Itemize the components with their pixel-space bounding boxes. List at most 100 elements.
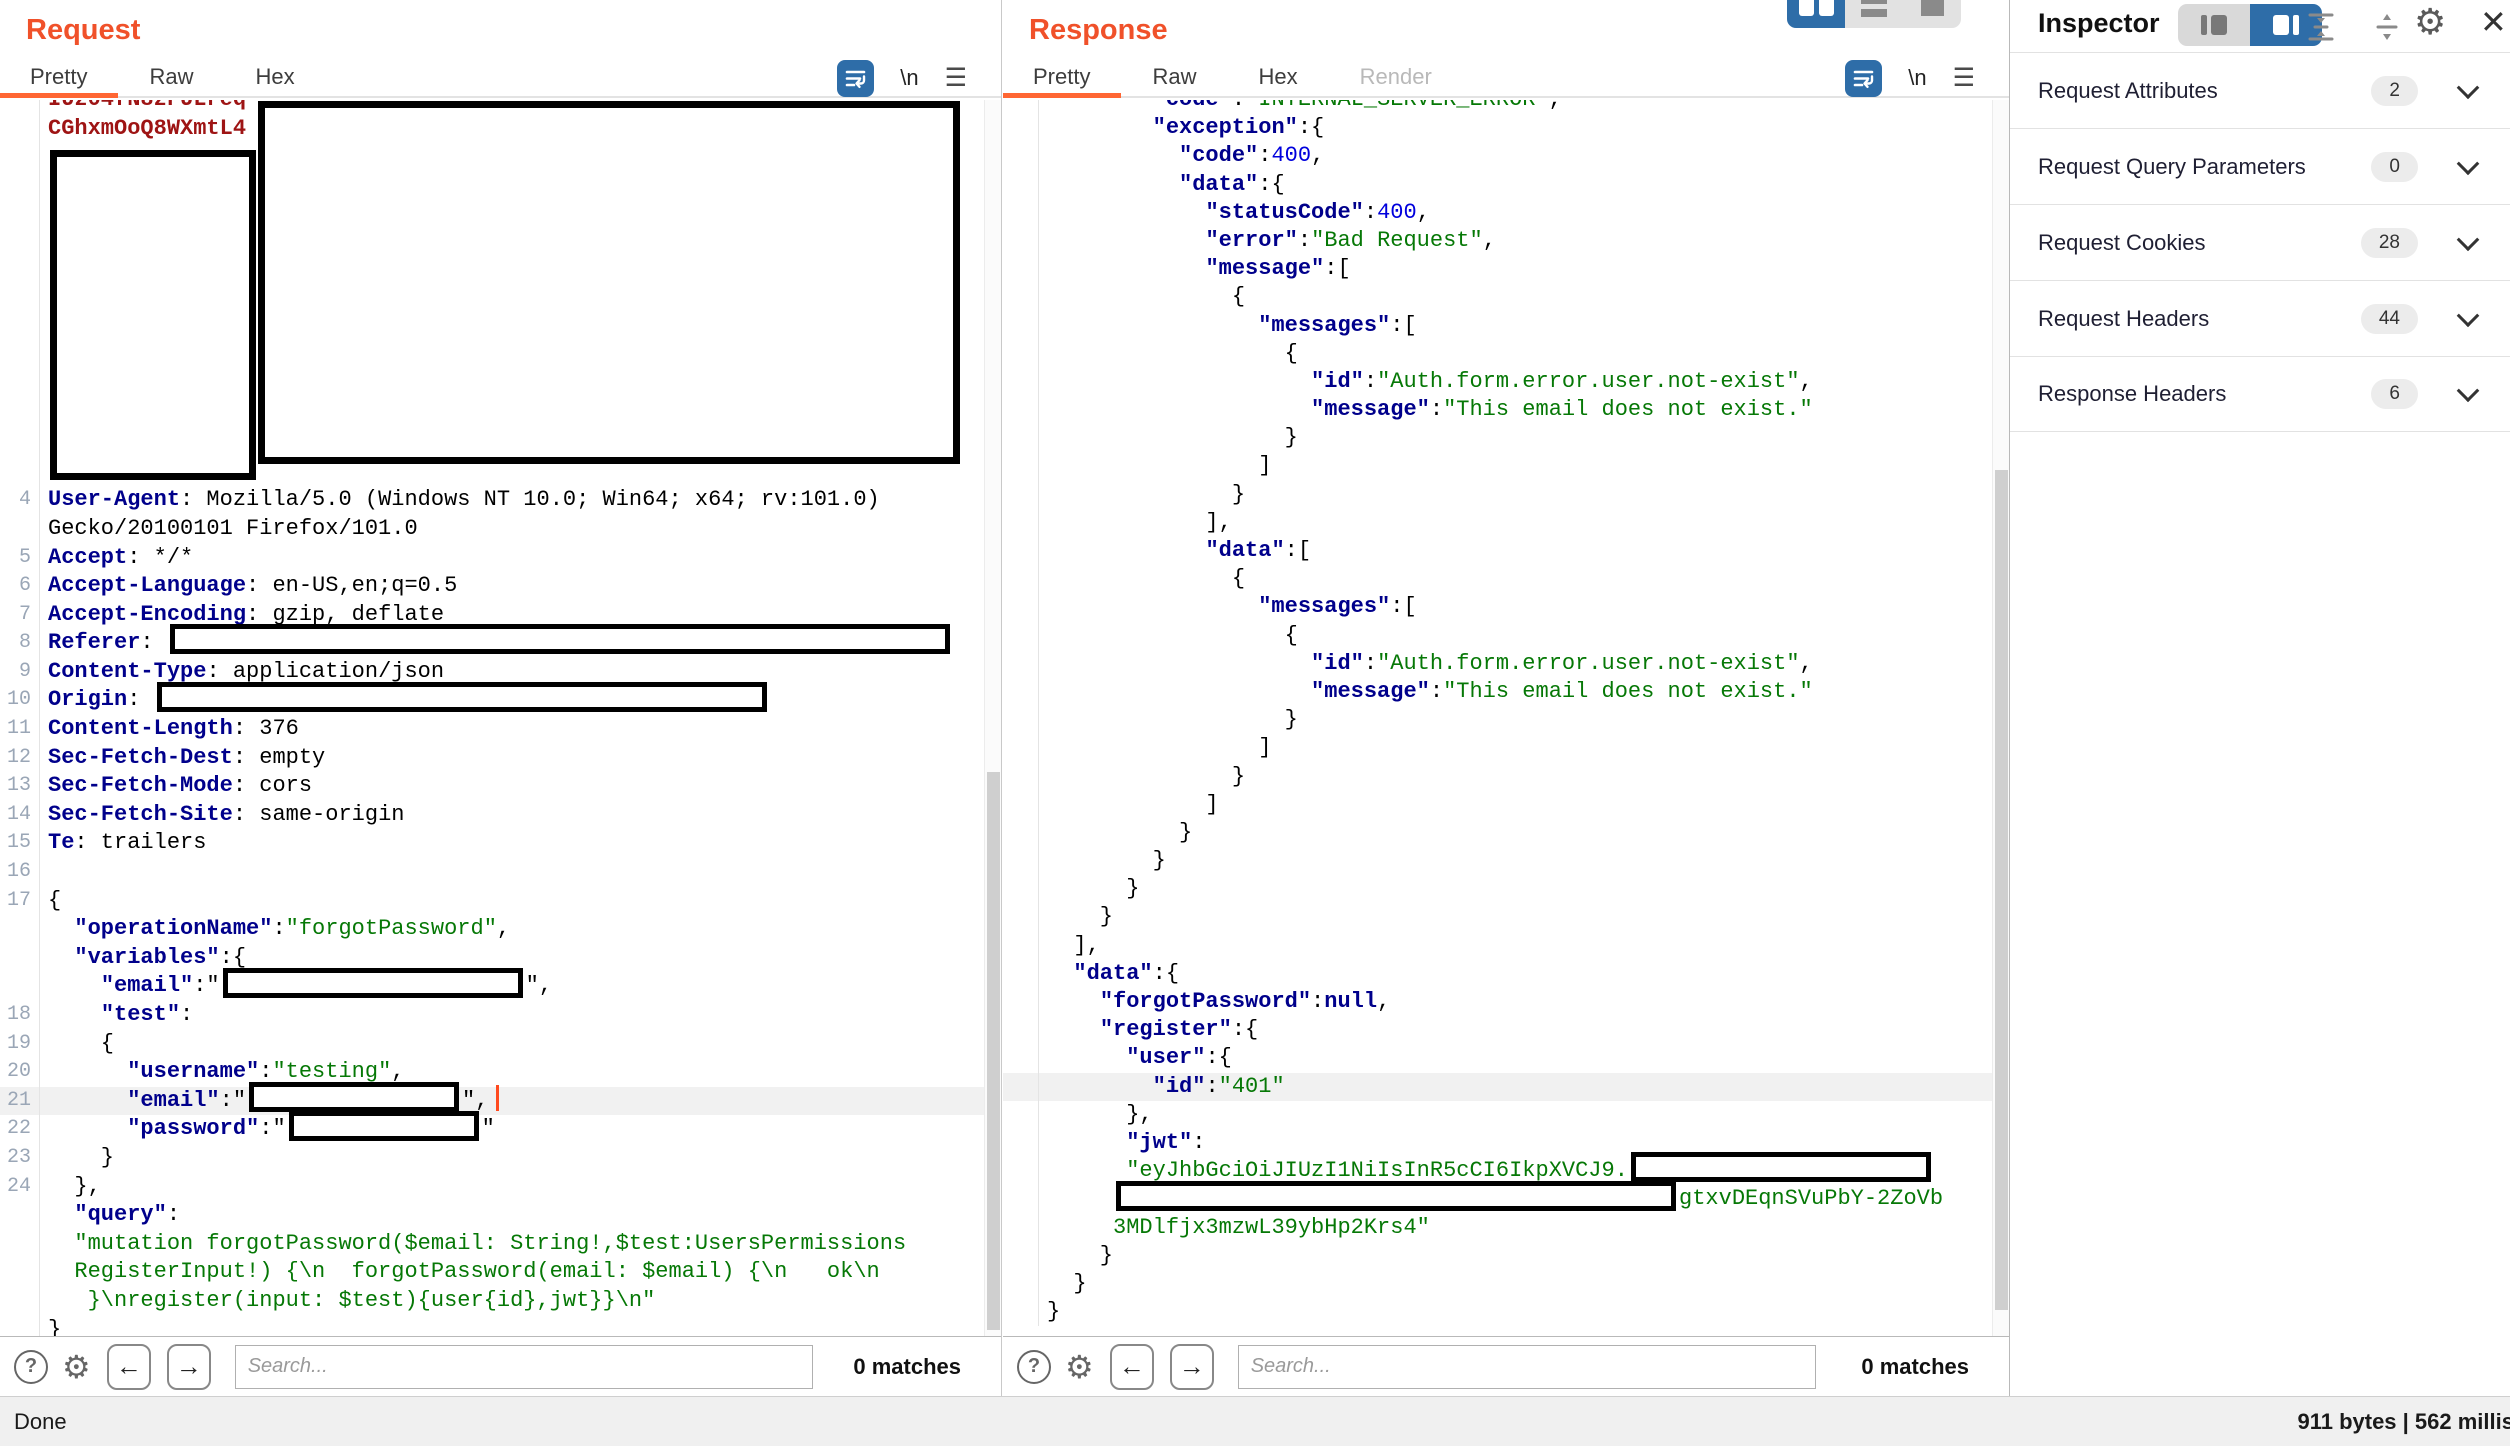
request-menu-icon[interactable]: ☰ (945, 63, 967, 93)
code-line[interactable]: { (1003, 340, 2009, 368)
search-prev-button[interactable]: ← (1110, 1344, 1154, 1390)
code-line[interactable]: 13Sec-Fetch-Mode: cors (0, 772, 1001, 801)
request-search-input[interactable] (235, 1345, 813, 1389)
code-line[interactable]: ], (1003, 509, 2009, 537)
code-line[interactable]: ] (1003, 734, 2009, 762)
search-settings-gear-icon[interactable]: ⚙ (1065, 1351, 1094, 1383)
code-line[interactable]: } (1003, 903, 2009, 931)
response-viewer[interactable]: "code":"INTERNAL_SERVER_ERROR", "excepti… (1003, 100, 2009, 1336)
code-line[interactable]: 8Referer: (0, 629, 1001, 658)
code-line[interactable]: "data":{ (1003, 171, 2009, 199)
code-line[interactable]: 17{ (0, 887, 1001, 916)
code-line[interactable]: } (1003, 481, 2009, 509)
tab-raw[interactable]: Raw (1152, 64, 1196, 90)
tab-render[interactable]: Render (1360, 64, 1432, 90)
code-line[interactable]: "id":"Auth.form.error.user.not-exist", (1003, 368, 2009, 396)
code-line[interactable]: "email":"", (0, 972, 1001, 1001)
code-line[interactable]: 22 "password":"" (0, 1115, 1001, 1144)
code-line[interactable]: ], (1003, 932, 2009, 960)
code-line[interactable]: } (1003, 424, 2009, 452)
chevron-down-icon[interactable] (2457, 76, 2480, 99)
search-prev-button[interactable]: ← (107, 1344, 151, 1390)
code-line[interactable]: 18 "test": (0, 1001, 1001, 1030)
code-line[interactable]: "message":"This email does not exist." (1003, 396, 2009, 424)
code-line[interactable]: gtxvDEqnSVuPbY-2ZoVb (1003, 1185, 2009, 1213)
code-line[interactable]: "messages":[ (1003, 312, 2009, 340)
code-line[interactable]: }\nregister(input: $test){user{id},jwt}}… (0, 1287, 1001, 1316)
collapse-all-icon[interactable] (2302, 8, 2340, 51)
search-settings-gear-icon[interactable]: ⚙ (62, 1351, 91, 1383)
code-line[interactable]: } (1003, 763, 2009, 791)
word-wrap-icon[interactable] (837, 60, 874, 97)
help-icon[interactable]: ? (14, 1350, 48, 1384)
code-line[interactable]: ] (1003, 452, 2009, 480)
search-next-button[interactable]: → (167, 1344, 211, 1390)
code-line[interactable]: "query": (0, 1201, 1001, 1230)
inspector-section-request-headers[interactable]: Request Headers44 (2010, 280, 2510, 356)
response-scrollbar-thumb[interactable] (1995, 470, 2008, 1310)
inspector-section-response-headers[interactable]: Response Headers6 (2010, 356, 2510, 432)
tab-hex[interactable]: Hex (255, 64, 294, 90)
code-line[interactable]: } (1003, 706, 2009, 734)
code-line[interactable]: "register":{ (1003, 1016, 2009, 1044)
tab-pretty[interactable]: Pretty (30, 64, 87, 90)
chevron-down-icon[interactable] (2457, 304, 2480, 327)
code-line[interactable]: "code":400, (1003, 142, 2009, 170)
code-line[interactable]: "message":[ (1003, 255, 2009, 283)
code-line[interactable]: Gecko/20100101 Firefox/101.0 (0, 515, 1001, 544)
code-line[interactable]: 14Sec-Fetch-Site: same-origin (0, 801, 1001, 830)
code-line[interactable]: "error":"Bad Request", (1003, 227, 2009, 255)
tab-pretty[interactable]: Pretty (1033, 64, 1090, 90)
inspector-dock-left-button[interactable] (2178, 4, 2250, 46)
code-line[interactable]: "data":{ (1003, 960, 2009, 988)
code-line[interactable]: 16 (0, 858, 1001, 887)
response-menu-icon[interactable]: ☰ (1953, 63, 1975, 93)
code-line[interactable]: 24 }, (0, 1173, 1001, 1202)
code-line[interactable]: "code":"INTERNAL_SERVER_ERROR", (1003, 100, 2009, 114)
newline-toggle[interactable]: \n (900, 65, 918, 91)
code-line[interactable]: "statusCode":400, (1003, 199, 2009, 227)
code-line[interactable]: "user":{ (1003, 1044, 2009, 1072)
code-line[interactable]: 21 "email":"", (0, 1087, 1001, 1116)
chevron-down-icon[interactable] (2457, 379, 2480, 402)
code-line[interactable]: 4User-Agent: Mozilla/5.0 (Windows NT 10.… (0, 486, 1001, 515)
code-line[interactable]: 19 { (0, 1030, 1001, 1059)
code-line[interactable]: 3MDlfjx3mzwL39ybHp2Krs4" (1003, 1214, 2009, 1242)
layout-single-button[interactable] (1903, 0, 1961, 28)
request-scrollbar-thumb[interactable] (987, 772, 1000, 1330)
code-line[interactable]: "id":"401" (1003, 1073, 2009, 1101)
code-line[interactable]: } (0, 1316, 1001, 1336)
code-line[interactable]: } (1003, 875, 2009, 903)
code-line[interactable]: "messages":[ (1003, 593, 2009, 621)
layout-columns-button[interactable] (1787, 0, 1845, 28)
code-line[interactable]: "operationName":"forgotPassword", (0, 915, 1001, 944)
code-line[interactable]: { (1003, 565, 2009, 593)
code-line[interactable]: 6Accept-Language: en-US,en;q=0.5 (0, 572, 1001, 601)
code-line[interactable]: { (1003, 283, 2009, 311)
inspector-close-icon[interactable]: ✕ (2480, 6, 2507, 38)
code-line[interactable]: 23 } (0, 1144, 1001, 1173)
code-line[interactable]: } (1003, 1270, 2009, 1298)
inspector-section-request-cookies[interactable]: Request Cookies28 (2010, 204, 2510, 280)
word-wrap-icon[interactable] (1845, 60, 1882, 97)
request-editor[interactable]: IUz04fN8zFULreqCGhxmOoQ8WXmtL44User-Agen… (0, 100, 1001, 1336)
code-line[interactable]: "data":[ (1003, 537, 2009, 565)
inspector-settings-gear-icon[interactable]: ⚙ (2414, 4, 2446, 40)
code-line[interactable]: "id":"Auth.form.error.user.not-exist", (1003, 650, 2009, 678)
inspector-section-request-query-parameters[interactable]: Request Query Parameters0 (2010, 128, 2510, 204)
code-line[interactable]: 5Accept: */* (0, 544, 1001, 573)
code-line[interactable]: 20 "username":"testing", (0, 1058, 1001, 1087)
code-line[interactable]: }, (1003, 1101, 2009, 1129)
newline-toggle[interactable]: \n (1908, 65, 1926, 91)
inspector-section-request-attributes[interactable]: Request Attributes2 (2010, 52, 2510, 128)
code-line[interactable]: } (1003, 1298, 2009, 1326)
chevron-down-icon[interactable] (2457, 152, 2480, 175)
code-line[interactable]: 12Sec-Fetch-Dest: empty (0, 744, 1001, 773)
response-scrollbar[interactable] (1992, 100, 2009, 1336)
code-line[interactable]: 10Origin: (0, 686, 1001, 715)
code-line[interactable]: } (1003, 1242, 2009, 1270)
code-line[interactable]: } (1003, 819, 2009, 847)
layout-rows-button[interactable] (1845, 0, 1903, 28)
code-line[interactable]: "message":"This email does not exist." (1003, 678, 2009, 706)
tab-raw[interactable]: Raw (149, 64, 193, 90)
